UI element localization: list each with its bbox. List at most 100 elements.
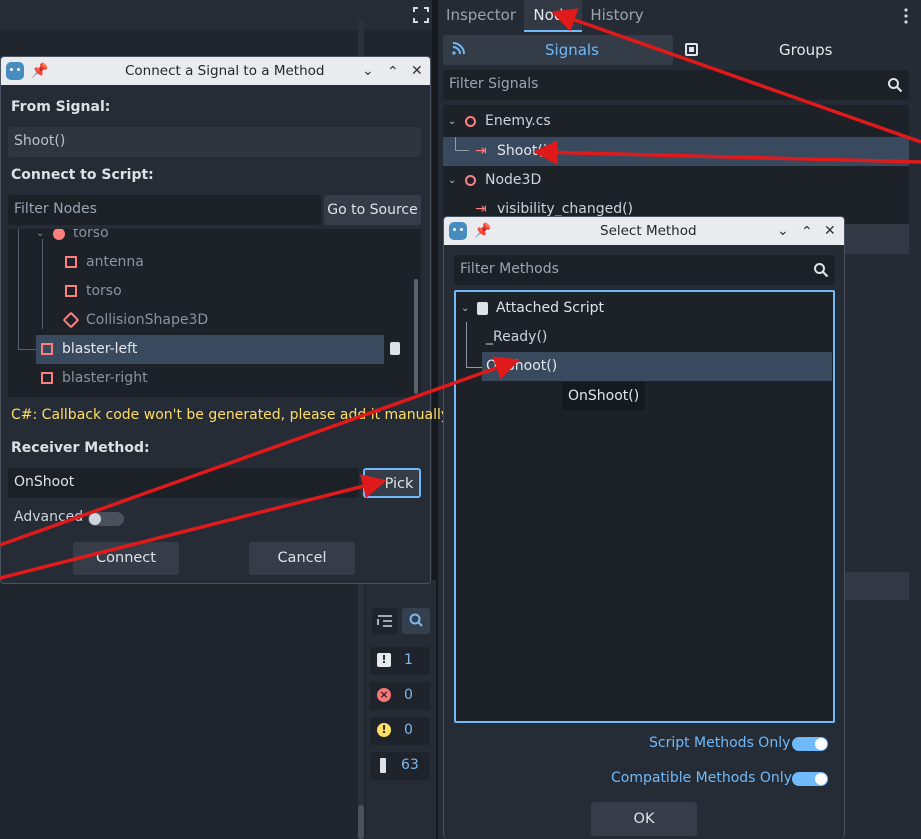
connect-button[interactable]: Connect (73, 542, 179, 575)
tree-item-ready-method[interactable]: _Ready() (482, 323, 830, 352)
tree-guide-line (466, 367, 482, 368)
blaster-right-label: blaster-right (62, 370, 148, 386)
filter-methods-placeholder: Filter Methods (460, 261, 559, 277)
receiver-method-input[interactable]: OnShoot (8, 468, 359, 498)
advanced-toggle[interactable] (88, 512, 124, 526)
attached-script-label: Attached Script (496, 300, 605, 316)
node-tree-scrollbar[interactable] (414, 279, 418, 394)
receiver-method-label: Receiver Method: (11, 440, 150, 456)
go-to-source-button[interactable]: Go to Source (324, 195, 421, 225)
csharp-warning: C#: Callback code won't be generated, pl… (11, 407, 452, 423)
mesh-instance-icon (65, 285, 77, 297)
ready-method-label: _Ready() (486, 329, 548, 345)
tree-guide-line (18, 229, 19, 349)
script-class-icon (465, 116, 476, 127)
pin-icon[interactable]: 📌 (31, 57, 48, 85)
kebab-menu-icon[interactable] (902, 6, 910, 26)
onshoot-method-label: OnShoot() (486, 358, 558, 374)
node-class-icon (465, 175, 476, 186)
tree-item-blaster-left[interactable]: blaster-left (36, 335, 384, 364)
script-methods-only-toggle[interactable] (792, 737, 828, 751)
fullscreen-icon[interactable] (412, 6, 430, 24)
tree-item-antenna[interactable]: antenna (8, 248, 408, 277)
warning-filter-button[interactable]: ! 0 (370, 717, 430, 745)
filter-nodes-placeholder: Filter Nodes (14, 201, 97, 217)
search-icon[interactable] (402, 608, 430, 634)
search-icon (813, 262, 829, 282)
info-icon: ! (377, 653, 391, 667)
blaster-left-label: blaster-left (62, 341, 138, 357)
torso-parent-label: torso (73, 229, 109, 241)
tree-item-onshoot-method[interactable]: OnShoot() (482, 352, 832, 381)
ok-button[interactable]: OK (591, 802, 697, 836)
scrollbar-thumb[interactable] (358, 805, 364, 839)
tab-node[interactable]: Node (524, 0, 582, 30)
error-count: 0 (404, 687, 413, 703)
pick-button[interactable]: Pick (363, 468, 421, 498)
enemy-script-label: Enemy.cs (485, 113, 551, 129)
groups-subtab[interactable]: Groups (678, 35, 918, 65)
maximize-icon[interactable]: ⌃ (387, 58, 399, 86)
tree-item-blaster-right[interactable]: blaster-right (8, 364, 408, 393)
signals-label: Signals (545, 41, 599, 59)
select-method-titlebar[interactable]: 📌 Select Method ⌄ ⌃ ✕ (444, 217, 844, 245)
script-methods-only-label: Script Methods Only (649, 735, 791, 751)
tree-guide-line (18, 349, 36, 350)
cancel-button[interactable]: Cancel (249, 542, 355, 575)
chevron-down-icon: ⌄ (448, 116, 457, 127)
tree-item-collision-shape[interactable]: CollisionShape3D (8, 306, 408, 335)
from-signal-field: Shoot() (8, 127, 421, 157)
filter-nodes-input[interactable]: Filter Nodes (8, 195, 321, 225)
tree-item-torso-parent[interactable]: ⌄ torso (8, 229, 408, 248)
close-icon[interactable]: ✕ (411, 57, 423, 85)
filter-signals-input[interactable]: Filter Signals (443, 70, 909, 100)
tree-item-attached-script[interactable]: ⌄ Attached Script (456, 294, 833, 323)
cancel-label: Cancel (277, 550, 327, 566)
signal-emit-icon: ⇥ (475, 143, 487, 159)
maximize-icon[interactable]: ⌃ (801, 218, 813, 246)
tree-guide-line (466, 322, 467, 367)
pin-icon[interactable]: 📌 (474, 217, 491, 245)
connect-dialog-titlebar[interactable]: 📌 Connect a Signal to a Method ⌄ ⌃ ✕ (1, 57, 430, 85)
tree-item-enemy-script[interactable]: ⌄ Enemy.cs (443, 107, 909, 136)
mesh-node-icon (53, 229, 65, 240)
script-icon (477, 302, 488, 315)
expand-button[interactable] (372, 608, 398, 634)
chevron-down-icon: ⌄ (36, 229, 45, 239)
connect-dialog-title: Connect a Signal to a Method (125, 63, 325, 79)
dock-row-highlight (843, 224, 909, 254)
close-icon[interactable]: ✕ (824, 217, 836, 245)
mesh-instance-icon (41, 343, 53, 355)
collision-shape-icon (62, 311, 80, 329)
pick-label: Pick (384, 476, 414, 492)
minimize-icon[interactable]: ⌄ (362, 57, 374, 85)
tab-inspector[interactable]: Inspector (442, 0, 520, 30)
compatible-methods-only-toggle[interactable] (792, 772, 828, 786)
info-filter-button[interactable]: ! 1 (370, 647, 430, 675)
mesh-instance-icon (41, 372, 53, 384)
tree-item-node3d[interactable]: ⌄ Node3D (443, 166, 909, 195)
tab-history[interactable]: History (584, 0, 650, 30)
chevron-down-icon: ⌄ (461, 303, 470, 314)
signals-subtab[interactable]: Signals (443, 35, 673, 65)
ok-label: OK (633, 811, 655, 827)
error-icon: × (377, 688, 391, 702)
advanced-label: Advanced (14, 509, 84, 525)
connect-label: Connect (96, 550, 156, 566)
minimize-icon[interactable]: ⌄ (777, 217, 789, 245)
method-tree: ⌄ Attached Script _Ready() OnShoot() (454, 290, 835, 723)
compatible-methods-only-label: Compatible Methods Only (611, 770, 792, 786)
tree-item-shoot-signal[interactable]: ⇥ Shoot() (443, 137, 909, 166)
shoot-signal-label: Shoot() (497, 143, 549, 159)
dock-tab-underline (524, 30, 582, 32)
select-method-dialog: 📌 Select Method ⌄ ⌃ ✕ Filter Methods ⌄ A… (443, 216, 845, 839)
editor-toolbar (0, 0, 437, 30)
error-filter-button[interactable]: × 0 (370, 682, 430, 710)
godot-logo-icon (449, 222, 467, 240)
misc-filter-button[interactable]: 63 (370, 752, 430, 780)
warning-count: 0 (404, 722, 413, 738)
tree-item-torso[interactable]: torso (8, 277, 408, 306)
groups-label: Groups (779, 41, 833, 59)
filter-methods-input[interactable]: Filter Methods (454, 255, 835, 285)
node3d-label: Node3D (485, 172, 542, 188)
